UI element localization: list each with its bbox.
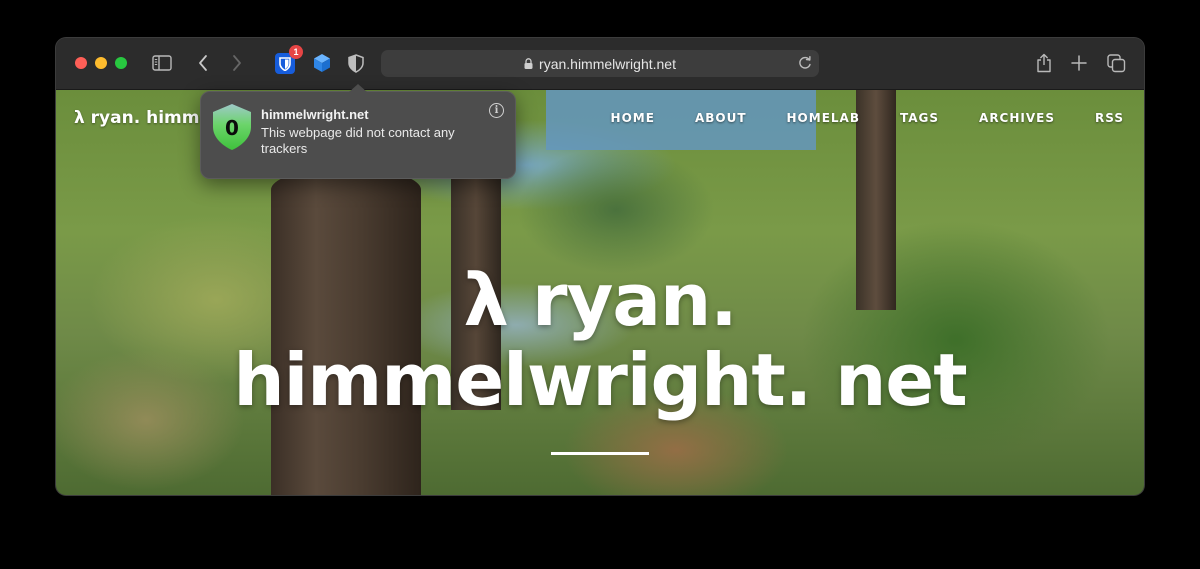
hero-title-line-1: λ ryan. xyxy=(463,258,737,342)
site-nav: HOME ABOUT HOMELAB TAGS ARCHIVES RSS xyxy=(571,111,1124,125)
nav-rss[interactable]: RSS xyxy=(1095,111,1124,125)
reload-icon xyxy=(799,56,811,69)
nav-homelab[interactable]: HOMELAB xyxy=(787,111,860,125)
url-text: ryan.himmelwright.net xyxy=(539,55,676,72)
minimize-window-button[interactable] xyxy=(95,57,107,69)
privacy-shield-icon xyxy=(348,53,364,73)
bitwarden-shield-icon xyxy=(279,56,291,71)
lock-icon xyxy=(524,58,533,69)
hero-title: λ ryan. himmelwright. net xyxy=(56,260,1144,420)
popover-domain: himmelwright.net xyxy=(261,107,369,122)
chevron-left-icon xyxy=(199,55,207,71)
privacy-report-popover: 0 himmelwright.net This webpage did not … xyxy=(200,84,516,179)
nav-archives[interactable]: ARCHIVES xyxy=(979,111,1055,125)
tabs-icon xyxy=(1106,53,1125,72)
tab-overview-button[interactable] xyxy=(1106,53,1126,73)
nav-tags[interactable]: TAGS xyxy=(900,111,939,125)
sidebar-icon xyxy=(152,55,172,71)
cube-icon xyxy=(314,54,330,72)
back-button[interactable] xyxy=(194,52,212,74)
sidebar-toggle-button[interactable] xyxy=(151,54,173,72)
address-bar[interactable]: ryan.himmelwright.net xyxy=(381,50,819,77)
maximize-window-button[interactable] xyxy=(115,57,127,69)
tracker-count-shield-icon: 0 xyxy=(213,104,251,150)
share-icon xyxy=(1037,53,1051,73)
nav-about[interactable]: ABOUT xyxy=(695,111,747,125)
browser-window: 1 ryan.himmelwright.net λ ryan. himmelwr… xyxy=(56,38,1144,495)
extension-badge: 1 xyxy=(289,45,303,59)
reload-button[interactable] xyxy=(797,55,813,71)
hero-divider xyxy=(551,452,649,455)
nav-home[interactable]: HOME xyxy=(611,111,655,125)
info-icon[interactable]: i xyxy=(489,103,504,118)
new-tab-button[interactable] xyxy=(1070,52,1088,74)
privacy-report-button[interactable] xyxy=(348,53,364,73)
forward-button[interactable] xyxy=(228,52,246,74)
popover-arrow xyxy=(349,84,367,92)
tracker-count: 0 xyxy=(225,116,239,140)
popover-message: This webpage did not contact any tracker… xyxy=(261,125,455,156)
plus-icon xyxy=(1071,55,1087,71)
share-button[interactable] xyxy=(1035,52,1053,74)
cube-extension-button[interactable] xyxy=(312,53,332,73)
close-window-button[interactable] xyxy=(75,57,87,69)
hero-title-line-2: himmelwright. net xyxy=(233,338,967,422)
browser-toolbar: 1 ryan.himmelwright.net xyxy=(56,38,1144,90)
chevron-right-icon xyxy=(233,55,241,71)
